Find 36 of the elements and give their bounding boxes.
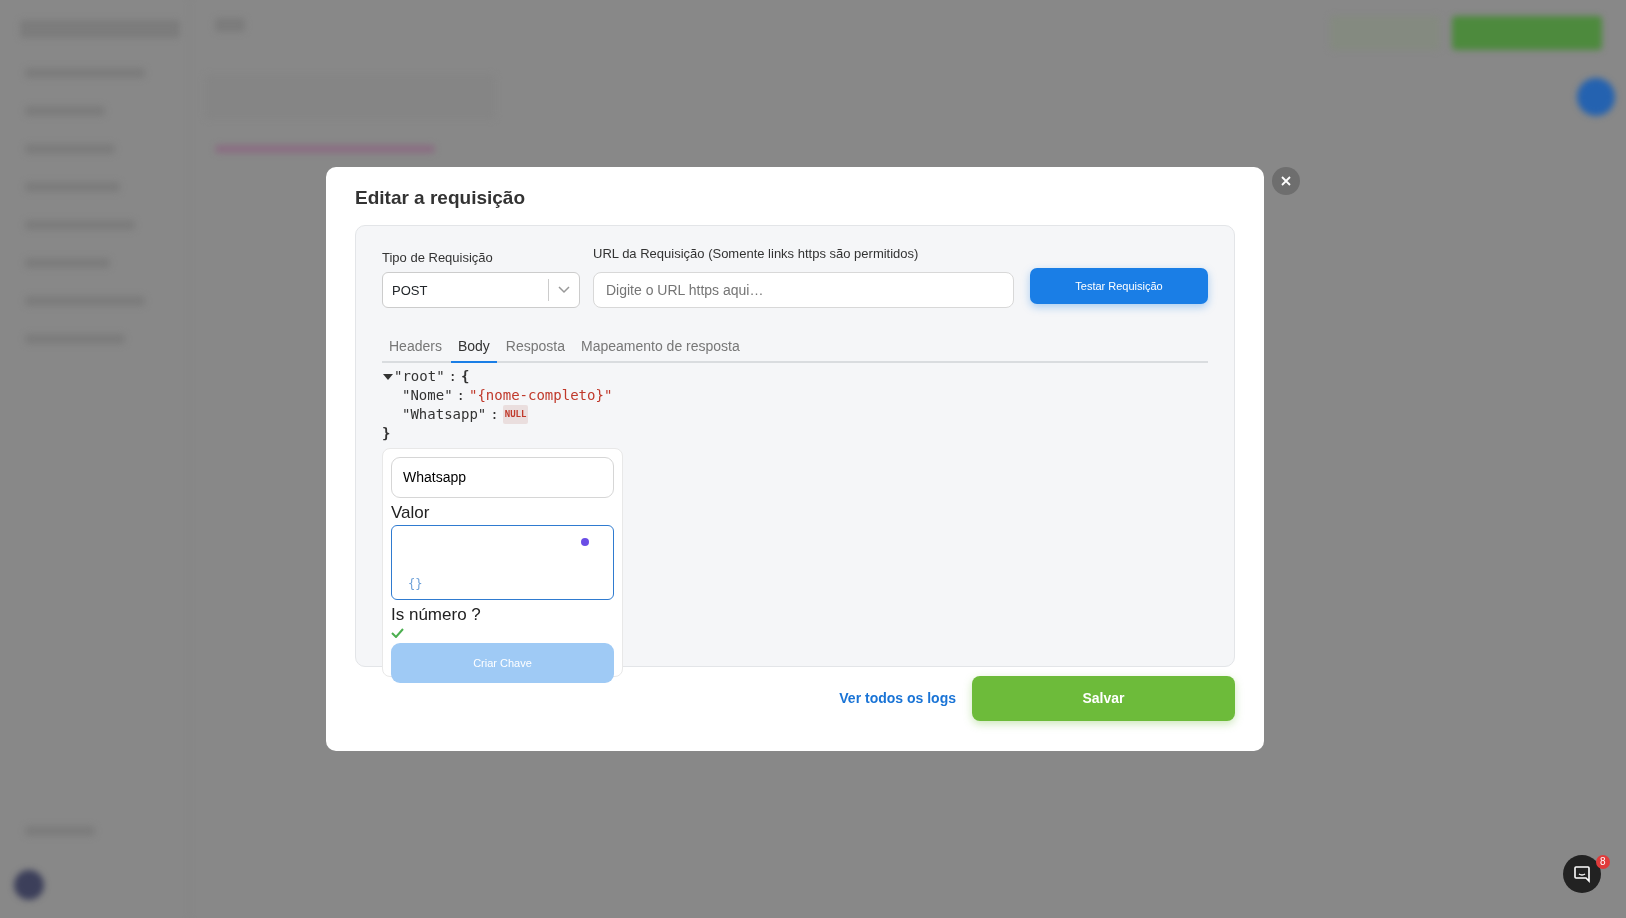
json-brace: } [382,425,391,442]
request-type-select[interactable]: POST [382,272,580,309]
field-label: Tipo de Requisição [382,248,494,267]
check-icon[interactable] [391,627,404,638]
modal-title: Editar a requisição [355,187,526,210]
json-key: "Nome" [402,386,453,406]
tab[interactable]: Resposta [498,332,572,364]
json-colon: : [490,405,499,425]
json-colon: : [448,367,457,387]
tab[interactable]: Mapeamento de resposta [574,332,747,364]
chat-launcher-button[interactable] [1563,855,1601,893]
notification-count: 8 [1596,855,1610,869]
close-icon [1281,176,1291,186]
json-key: "Whatsapp" [402,405,487,425]
tab[interactable]: Body [450,332,497,364]
chat-bubble-icon [1573,865,1591,883]
dot-icon [581,538,589,547]
close-button[interactable] [1272,167,1300,195]
tab[interactable]: Headers [382,332,449,364]
url-input-field[interactable]: Digite o URL https aqui… [593,272,1014,309]
field-label: URL da Requisição (Somente links https são permitidos) [593,244,920,263]
value-label: Valor [391,501,431,524]
json-brace: { [461,367,470,387]
json-value: "{nome-completo}" [469,386,613,406]
view-logs-link[interactable]: Ver todos os logs [839,687,956,709]
null-value: NULL [502,405,529,425]
insert-variable-button[interactable]: {} [408,575,423,594]
key-input-field[interactable]: Whatsapp [391,456,614,498]
test-request-button[interactable]: Testar Requisição [1030,268,1208,305]
is-number-label: Is número ? [391,604,482,627]
save-button[interactable]: Salvar [972,675,1235,721]
json-colon: : [456,386,465,406]
chevron-down-icon [558,286,570,295]
json-key: "root" [394,367,445,387]
caret-down-icon[interactable] [382,371,394,382]
value-input-field[interactable]: {} [391,525,614,601]
